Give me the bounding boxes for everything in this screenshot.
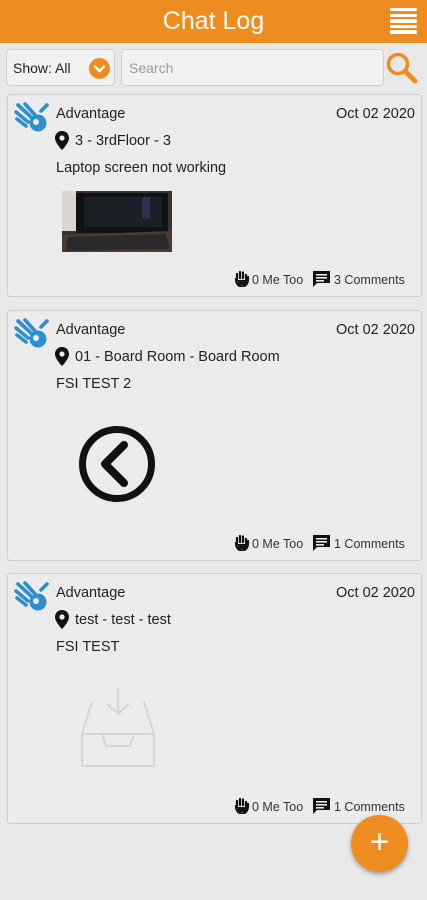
- me-too-hand-icon[interactable]: [234, 534, 250, 552]
- search-field[interactable]: [121, 49, 384, 86]
- post-message: Laptop screen not working: [56, 160, 227, 176]
- post-author: Advantage: [56, 106, 126, 122]
- search-icon[interactable]: [385, 51, 419, 85]
- comments-count[interactable]: 3 Comments: [334, 273, 405, 287]
- comments-count[interactable]: 1 Comments: [334, 537, 405, 551]
- page-title: Chat Log: [162, 7, 265, 35]
- post-location: test - test - test: [75, 612, 171, 628]
- comments-count[interactable]: 1 Comments: [334, 800, 405, 814]
- laptop-photo[interactable]: [62, 191, 172, 252]
- chat-post-card[interactable]: Advantage Oct 02 2020 3 - 3rdFloor - 3 L…: [7, 94, 422, 297]
- location-pin-icon: [55, 610, 69, 629]
- hand-logo-icon: [14, 101, 50, 135]
- chat-post-card[interactable]: Advantage Oct 02 2020 test - test - test…: [7, 573, 422, 824]
- comment-icon[interactable]: [312, 270, 331, 288]
- me-too-hand-icon[interactable]: [234, 270, 250, 288]
- post-author: Advantage: [56, 322, 126, 338]
- location-pin-icon: [55, 131, 69, 150]
- location-pin-icon: [55, 347, 69, 366]
- chat-post-card[interactable]: Advantage Oct 02 2020 01 - Board Room - …: [7, 310, 422, 561]
- post-date: Oct 02 2020: [336, 322, 415, 338]
- add-post-button[interactable]: +: [351, 815, 408, 872]
- post-date: Oct 02 2020: [336, 585, 415, 601]
- chevron-down-icon: [89, 58, 110, 79]
- me-too-count: 0 Me Too: [252, 800, 304, 814]
- post-message: FSI TEST: [56, 639, 120, 655]
- comment-icon[interactable]: [312, 534, 331, 552]
- search-input[interactable]: [122, 50, 383, 85]
- post-location: 3 - 3rdFloor - 3: [75, 133, 171, 149]
- app-header: Chat Log: [0, 0, 427, 43]
- add-icon: +: [369, 823, 390, 861]
- filter-bar: Show: All: [0, 43, 427, 91]
- post-date: Oct 02 2020: [336, 106, 415, 122]
- hamburger-menu-icon[interactable]: [390, 8, 417, 34]
- me-too-count: 0 Me Too: [252, 273, 304, 287]
- post-location: 01 - Board Room - Board Room: [75, 349, 280, 365]
- comment-icon[interactable]: [312, 797, 331, 815]
- back-arrow-circle-image[interactable]: [78, 425, 156, 503]
- show-filter-dropdown[interactable]: Show: All: [6, 49, 115, 86]
- inbox-tray-image[interactable]: [74, 686, 162, 770]
- me-too-count: 0 Me Too: [252, 537, 304, 551]
- hand-logo-icon: [14, 580, 50, 614]
- post-author: Advantage: [56, 585, 126, 601]
- me-too-hand-icon[interactable]: [234, 797, 250, 815]
- show-filter-label: Show: All: [13, 60, 71, 76]
- hand-logo-icon: [14, 317, 50, 351]
- post-message: FSI TEST 2: [56, 376, 132, 392]
